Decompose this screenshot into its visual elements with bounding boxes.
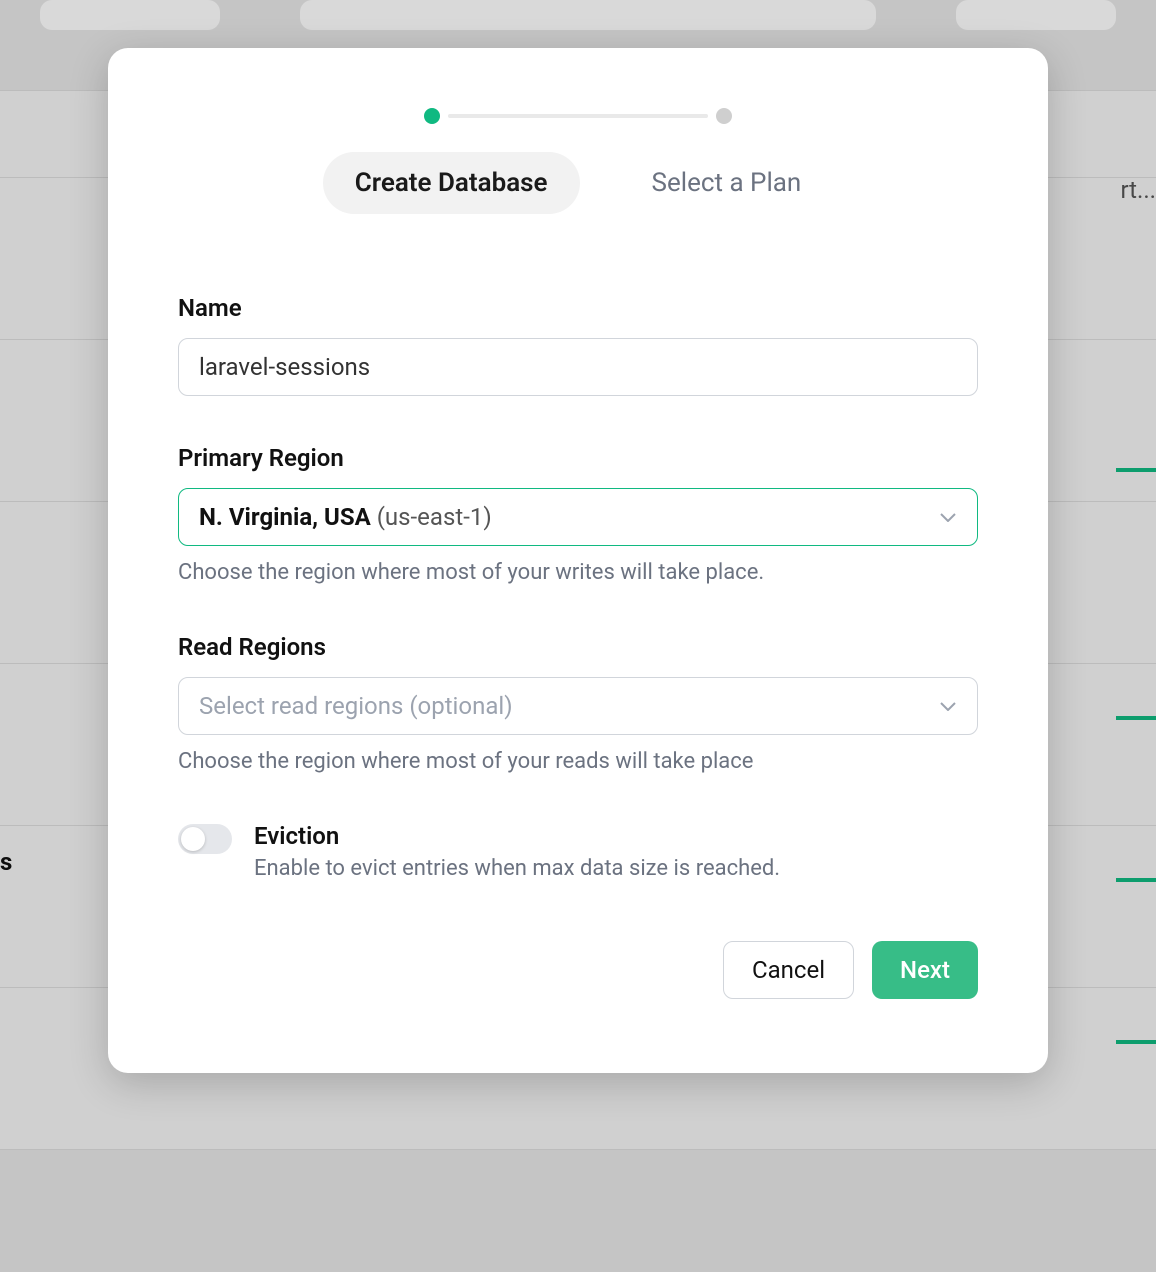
primary-region-group: Primary Region N. Virginia, USA (us-east… <box>178 444 978 585</box>
stepper <box>178 108 978 124</box>
name-label: Name <box>178 294 978 322</box>
primary-region-helper: Choose the region where most of your wri… <box>178 560 978 585</box>
primary-region-label: Primary Region <box>178 444 978 472</box>
region-name: N. Virginia, USA <box>199 503 371 531</box>
chevron-down-icon <box>939 697 957 715</box>
region-code: (us-east-1) <box>377 503 492 531</box>
cancel-button[interactable]: Cancel <box>723 941 854 999</box>
next-button[interactable]: Next <box>872 941 978 999</box>
eviction-toggle[interactable] <box>178 824 232 854</box>
eviction-title: Eviction <box>254 822 978 850</box>
primary-region-select[interactable]: N. Virginia, USA (us-east-1) <box>178 488 978 546</box>
tab-bar: Create Database Select a Plan <box>178 152 978 214</box>
read-regions-helper: Choose the region where most of your rea… <box>178 749 978 774</box>
step-line <box>448 114 708 118</box>
name-input[interactable] <box>178 338 978 396</box>
read-regions-placeholder: Select read regions (optional) <box>199 692 513 720</box>
chevron-down-icon <box>939 508 957 526</box>
toggle-knob <box>181 827 205 851</box>
eviction-description: Enable to evict entries when max data si… <box>254 856 978 881</box>
tab-create-database[interactable]: Create Database <box>323 152 580 214</box>
primary-region-value: N. Virginia, USA (us-east-1) <box>199 503 492 531</box>
tab-select-plan[interactable]: Select a Plan <box>620 152 834 214</box>
read-regions-label: Read Regions <box>178 633 978 661</box>
eviction-row: Eviction Enable to evict entries when ma… <box>178 822 978 881</box>
read-regions-group: Read Regions Select read regions (option… <box>178 633 978 774</box>
eviction-content: Eviction Enable to evict entries when ma… <box>254 822 978 881</box>
step-dot-1 <box>424 108 440 124</box>
step-dot-2 <box>716 108 732 124</box>
create-database-modal: Create Database Select a Plan Name Prima… <box>108 48 1048 1073</box>
name-field-group: Name <box>178 294 978 396</box>
modal-footer: Cancel Next <box>178 941 978 999</box>
read-regions-select[interactable]: Select read regions (optional) <box>178 677 978 735</box>
